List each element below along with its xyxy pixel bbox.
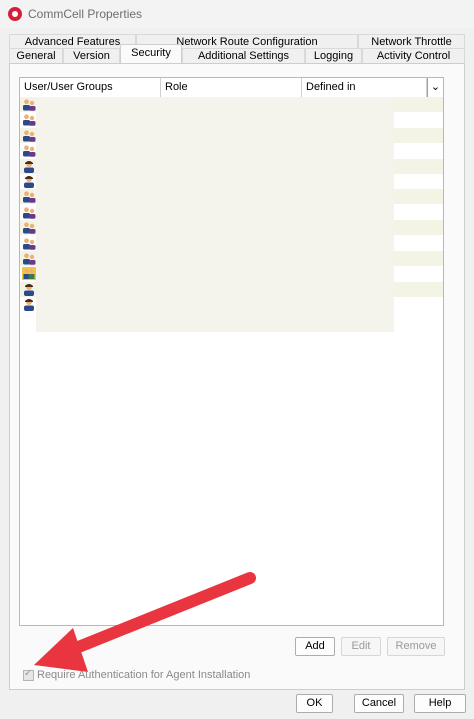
annotation-arrow: [34, 572, 256, 672]
